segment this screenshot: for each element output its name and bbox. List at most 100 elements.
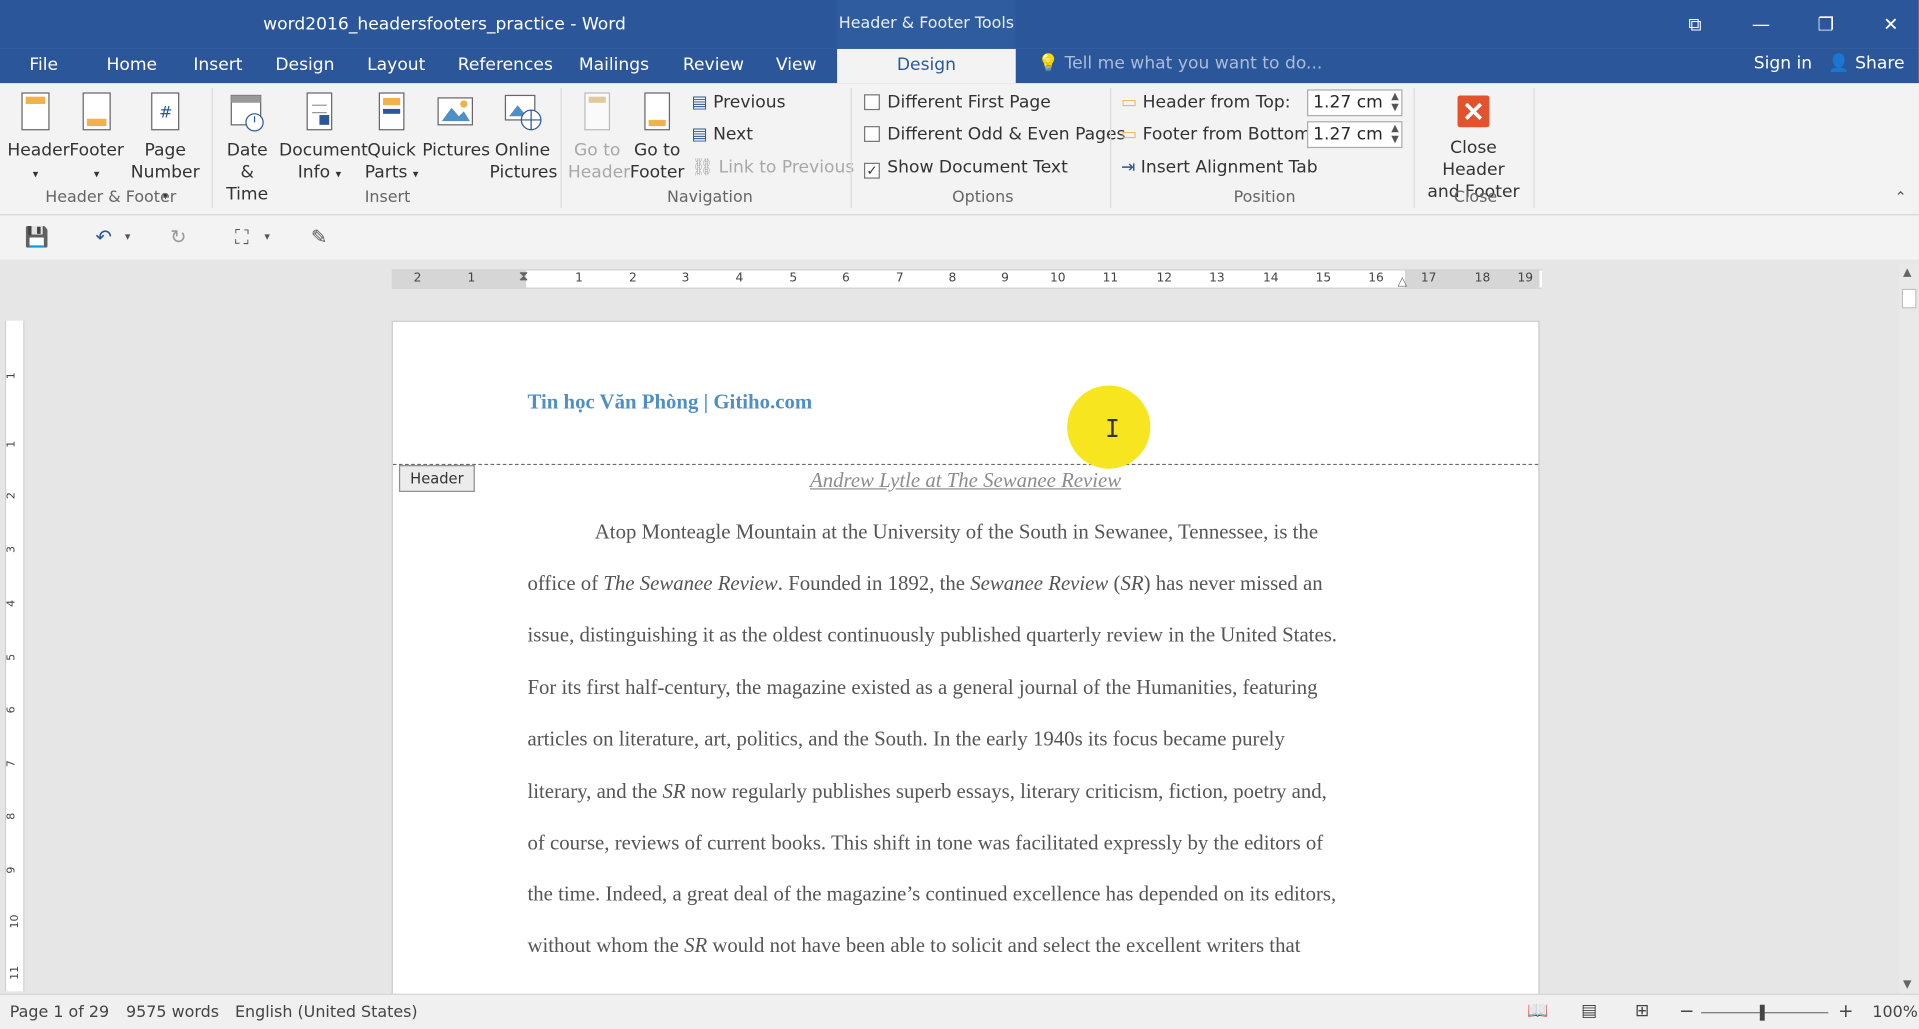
scroll-down-icon[interactable]: ▼ — [1903, 979, 1911, 991]
header-content[interactable]: Tin học Văn Phòng | Gitiho.com — [527, 390, 812, 414]
spinner-arrows-icon[interactable]: ▲ ▼ — [1391, 91, 1399, 113]
footer-from-bottom-input[interactable]: 1.27 cm ▲ ▼ — [1307, 121, 1403, 149]
body-line[interactable]: of course, reviews of current books. Thi… — [527, 831, 1323, 855]
tab-layout[interactable]: Layout — [367, 54, 425, 81]
scroll-thumb[interactable] — [1901, 288, 1917, 309]
ribbon-tabs: File Home Insert Design Layout Reference… — [0, 48, 1919, 84]
save-icon[interactable]: 💾 — [24, 225, 48, 248]
sign-in-link[interactable]: Sign in — [1754, 54, 1812, 74]
quick-parts-button[interactable]: Quick Parts ▾ — [365, 91, 419, 186]
line-text: issue, distinguishing it as the oldest c… — [527, 622, 1338, 647]
close-button[interactable]: ✕ — [1872, 11, 1909, 38]
tab-references[interactable]: References — [458, 54, 553, 81]
line-text: of course, reviews of current books. Thi… — [527, 830, 1324, 855]
touch-dropdown-icon[interactable]: ▾ — [264, 231, 270, 243]
tab-file[interactable]: File — [29, 54, 58, 81]
pictures-button[interactable]: Pictures — [422, 91, 490, 162]
zoom-in-icon[interactable]: + — [1838, 1000, 1853, 1022]
close-header-footer-button[interactable]: Close Header and Footer — [1420, 93, 1528, 203]
web-layout-icon[interactable]: ⊞ — [1635, 1001, 1649, 1021]
body-line[interactable]: without whom the SR would not have been … — [527, 934, 1300, 958]
spinner-arrows-icon[interactable]: ▲ ▼ — [1391, 122, 1399, 144]
language-indicator[interactable]: English (United States) — [235, 1004, 418, 1022]
read-mode-icon[interactable]: 📖 — [1527, 1001, 1548, 1021]
line-italic-text: SR — [1120, 571, 1144, 595]
zoom-out-icon[interactable]: − — [1679, 1000, 1694, 1022]
scroll-up-icon[interactable]: ▲ — [1903, 267, 1911, 279]
link-to-previous-button[interactable]: ⛓ Link to Previous — [691, 154, 854, 181]
document-title[interactable]: Andrew Lytle at The Sewanee Review — [393, 469, 1538, 493]
body-line[interactable]: literary, and the SR now regularly publi… — [527, 780, 1326, 804]
document-info-button[interactable]: Document Info ▾ — [279, 91, 368, 186]
document-page[interactable]: Tin học Văn Phòng | Gitiho.com Header An… — [391, 320, 1540, 1006]
document-info-label-1: Document — [279, 140, 368, 161]
page-count[interactable]: Page 1 of 29 — [10, 1004, 109, 1022]
previous-button[interactable]: ▤ Previous — [691, 89, 785, 116]
redo-icon[interactable]: ↻ — [170, 225, 186, 248]
zoom-slider-thumb[interactable] — [1759, 1004, 1765, 1021]
body-line[interactable]: Atop Monteagle Mountain at the Universit… — [595, 520, 1318, 544]
footer-page-icon — [82, 92, 111, 131]
tab-review[interactable]: Review — [683, 54, 744, 81]
touch-mode-icon[interactable]: ⛶ — [235, 225, 249, 249]
restore-button[interactable]: ❐ — [1808, 11, 1845, 38]
go-to-header-button[interactable]: Go to Header — [568, 91, 630, 184]
group-label-options: Options — [952, 188, 1014, 207]
group-separator — [1413, 88, 1415, 209]
tab-view[interactable]: View — [776, 54, 817, 81]
undo-dropdown-icon[interactable]: ▾ — [125, 231, 131, 243]
show-document-text-checkbox[interactable]: ✓ Show Document Text — [864, 154, 1068, 181]
go-to-footer-button[interactable]: Go to Footer — [629, 91, 685, 184]
contextual-tab-group-label: Header & Footer Tools — [837, 0, 1016, 49]
undo-icon[interactable]: ↶ — [95, 225, 111, 248]
word-count[interactable]: 9575 words — [126, 1004, 219, 1022]
insert-alignment-tab-button[interactable]: ⇥ Insert Alignment Tab — [1121, 154, 1318, 181]
ruler-number: 16 — [1368, 271, 1384, 286]
footer-from-bottom-label: Footer from Bottom: — [1142, 124, 1317, 145]
tab-design-doc[interactable]: Design — [275, 54, 334, 81]
checkbox-unchecked — [864, 126, 880, 142]
pictures-icon — [437, 97, 473, 126]
header-from-top-input[interactable]: 1.27 cm ▲ ▼ — [1307, 89, 1403, 117]
customize-qat-icon[interactable]: ✎ — [311, 225, 327, 248]
body-line[interactable]: issue, distinguishing it as the oldest c… — [527, 623, 1337, 647]
footer-button[interactable]: Footer ▾ — [69, 91, 125, 186]
online-pictures-label-2: Pictures — [489, 162, 558, 183]
date-time-button[interactable]: Date & Time — [218, 91, 277, 206]
next-button[interactable]: ▤ Next — [691, 121, 753, 148]
vertical-scrollbar[interactable]: ▲ ▼ — [1899, 264, 1919, 994]
different-odd-even-checkbox[interactable]: Different Odd & Even Pages — [864, 121, 1125, 148]
indent-marker-icon[interactable]: ⧗ — [519, 268, 528, 285]
collapse-ribbon-icon[interactable]: ⌃ — [1894, 188, 1906, 205]
body-line[interactable]: articles on literature, art, politics, a… — [527, 727, 1284, 751]
tab-home[interactable]: Home — [106, 54, 157, 81]
right-indent-marker-icon[interactable]: △ — [1398, 275, 1407, 288]
minimize-button[interactable]: — — [1743, 11, 1780, 38]
ruler-number: 1 — [467, 271, 476, 286]
tell-me-box[interactable]: 💡 Tell me what you want to do... — [1038, 54, 1323, 74]
body-line[interactable]: For its first half-century, the magazine… — [527, 676, 1317, 700]
body-line[interactable]: the time. Indeed, a great deal of the ma… — [527, 882, 1336, 906]
tab-insert[interactable]: Insert — [193, 54, 242, 81]
horizontal-ruler[interactable]: 2 1 1 2 3 4 5 6 7 8 9 10 11 12 13 14 15 … — [391, 268, 1542, 289]
share-button[interactable]: 👤 Share — [1828, 54, 1904, 74]
tab-mailings[interactable]: Mailings — [579, 54, 649, 81]
ribbon-display-options-icon[interactable]: ⧉ — [1677, 11, 1714, 38]
vertical-ruler[interactable]: 1 1 2 3 4 5 6 7 8 9 10 11 — [4, 320, 25, 992]
online-pictures-button[interactable]: Online Pictures — [489, 91, 558, 184]
group-label-close: Close — [1453, 188, 1498, 207]
line-text: articles on literature, art, politics, a… — [527, 726, 1285, 751]
different-first-page-checkbox[interactable]: Different First Page — [864, 89, 1051, 116]
tab-header-footer-design[interactable]: Design — [837, 48, 1016, 84]
ruler-number: 11 — [1102, 271, 1119, 286]
online-pictures-icon — [504, 94, 542, 131]
body-line[interactable]: office of The Sewanee Review. Founded in… — [527, 572, 1322, 596]
ruler-number: 7 — [5, 760, 19, 768]
footer-position-icon: ▭ — [1121, 124, 1138, 145]
ruler-number: 5 — [5, 653, 19, 661]
zoom-level[interactable]: 100% — [1872, 1004, 1917, 1022]
header-button[interactable]: Header ▾ — [7, 91, 70, 186]
print-layout-icon[interactable]: ▤ — [1581, 1001, 1597, 1021]
line-text: . Founded in 1892, the — [777, 571, 971, 595]
go-to-footer-label-1: Go to — [633, 140, 681, 161]
